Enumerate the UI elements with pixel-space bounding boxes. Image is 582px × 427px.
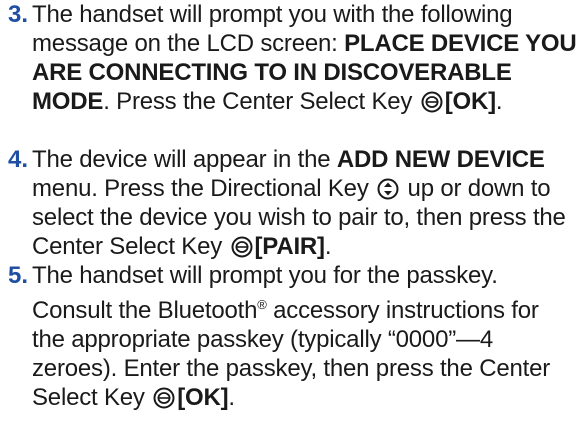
step-text-part: . Press the Center Select Key: [103, 88, 419, 115]
step-text: The handset will prompt you with the fol…: [32, 0, 577, 116]
step-text-part: .: [324, 233, 332, 260]
step-text-part: .: [495, 88, 503, 115]
step-number: 3.: [8, 1, 29, 28]
menu-name: ADD NEW DEVICE: [336, 146, 545, 173]
step-number: 4.: [8, 146, 29, 173]
step-text-part: The device will appear in the: [32, 146, 337, 173]
step-text: The device will appear in the ADD NEW DE…: [32, 145, 577, 261]
center-select-key-icon: [231, 236, 253, 258]
step-4: 4. The device will appear in the ADD NEW…: [0, 145, 582, 261]
directional-key-icon: [377, 178, 399, 200]
instruction-page: 3. The handset will prompt you with the …: [0, 0, 582, 427]
center-select-key-icon: [153, 387, 175, 409]
step-text-part: .: [228, 384, 235, 411]
step-3: 3. The handset will prompt you with the …: [0, 0, 582, 116]
pair-key-label: [PAIR]: [254, 233, 326, 260]
step-text: The handset will prompt you for the pass…: [32, 261, 577, 412]
registered-mark: ®: [257, 297, 267, 312]
center-select-key-icon: [421, 91, 443, 113]
ok-key-label: [OK]: [177, 384, 229, 411]
step-number: 5.: [8, 262, 29, 289]
step-text-part: menu. Press the Directional Key: [32, 175, 376, 202]
ok-key-label: [OK]: [444, 88, 496, 115]
step-5: 5. The handset will prompt you for the p…: [0, 261, 582, 412]
